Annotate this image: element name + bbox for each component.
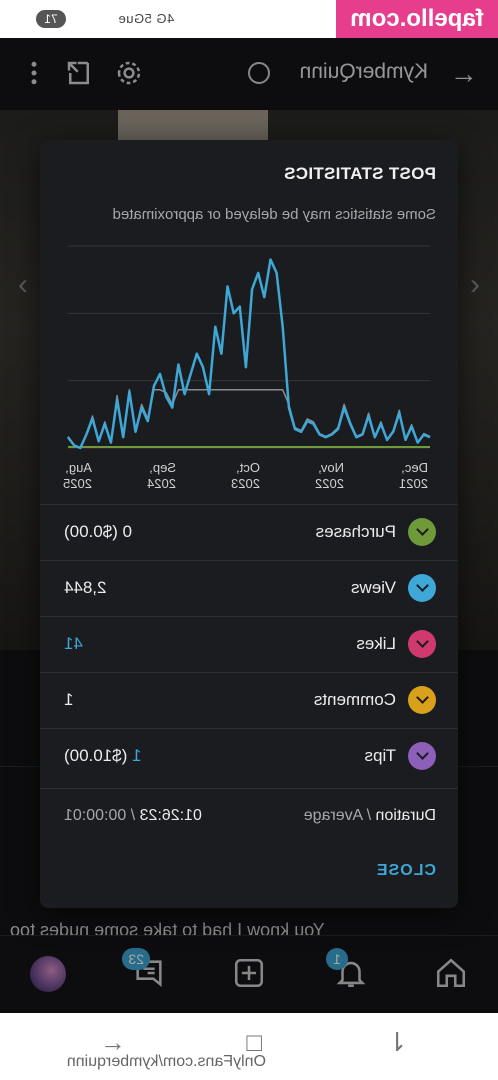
statistics-chart: Dec,2021 Nov,2022 Oct,2023 Sep,2024 Aug,2025	[63, 245, 431, 491]
stat-label: Likes	[356, 634, 396, 653]
stat-label: Views	[350, 578, 396, 597]
duration-value: 01:26:23 / 00:00:01	[64, 807, 202, 825]
stat-value: 2,844	[64, 578, 107, 597]
x-tick-label: Oct,	[236, 460, 260, 475]
stat-row-comments: Comments 1	[40, 672, 458, 728]
x-tick-label: Dec,	[401, 460, 428, 475]
chart-x-axis: Dec,2021 Nov,2022 Oct,2023 Sep,2024 Aug,2025	[63, 460, 428, 491]
watermark-logo: fapello.com	[336, 0, 498, 38]
stat-row-purchases: Purchases 0 ($0.00)	[40, 504, 458, 560]
likes-chevron-icon[interactable]	[408, 630, 436, 658]
stat-row-likes: Likes 41	[40, 616, 458, 672]
x-tick-label: 2023	[231, 476, 260, 491]
chart-series	[67, 258, 431, 450]
x-tick-label: Sep,	[149, 460, 176, 475]
chart-grid	[68, 245, 430, 449]
battery-indicator: 71	[36, 10, 66, 28]
duration-value-separator: /	[126, 807, 140, 824]
x-tick-label: Aug,	[65, 460, 92, 475]
recent-apps-icon[interactable]: ⇃	[386, 1027, 408, 1058]
stat-value: 1 ($10.00)	[64, 746, 142, 766]
network-indicator: 4G 5Gue	[118, 11, 175, 26]
browser-url[interactable]: OnlyFans.com/kymberquinn	[67, 1053, 266, 1071]
duration-label-text: Duration	[375, 807, 436, 824]
stat-value[interactable]: 41	[64, 634, 83, 654]
x-tick-label: 2024	[147, 476, 176, 491]
stat-value: 0 ($0.00)	[64, 522, 133, 541]
stat-value: 1	[64, 690, 74, 709]
system-nav-bar: ⇃ □ ← OnlyFans.com/kymberquinn	[0, 1013, 498, 1080]
close-button[interactable]: CLOSE	[376, 862, 436, 880]
dialog-subtitle: Some statistics may be delayed or approx…	[112, 206, 437, 223]
dialog-title: POST STATISTICS	[283, 164, 436, 183]
stat-row-tips: Tips 1 ($10.00)	[40, 728, 458, 784]
stat-label: Purchases	[315, 522, 396, 541]
comments-chevron-icon[interactable]	[408, 686, 436, 714]
x-tick-label: 2021	[399, 476, 428, 491]
stat-row-views: Views 2,844	[40, 560, 458, 616]
screen: ‹ › You know I had to take some nudes to…	[0, 0, 498, 1080]
series-line-other	[67, 389, 431, 449]
views-chevron-icon[interactable]	[408, 574, 436, 602]
mirrored-screen: ‹ › You know I had to take some nudes to…	[0, 0, 498, 1080]
duration-label: Duration / Average	[304, 807, 436, 825]
x-tick-label: 2025	[63, 476, 92, 491]
duration-total: 01:26:23	[139, 807, 202, 824]
tips-amount: ($10.00)	[64, 746, 128, 765]
duration-row: Duration / Average 01:26:23 / 00:00:01	[40, 788, 458, 844]
duration-average: 00:00:01	[64, 807, 127, 824]
duration-separator: /	[363, 807, 376, 824]
tips-chevron-icon[interactable]	[408, 742, 436, 770]
post-statistics-dialog: POST STATISTICS Some statistics may be d…	[40, 140, 458, 908]
stat-label: Tips	[364, 746, 397, 765]
stat-label: Comments	[313, 690, 396, 709]
tips-count[interactable]: 1	[132, 746, 141, 765]
average-label-text: Average	[303, 807, 364, 824]
x-tick-label: Nov,	[318, 460, 344, 475]
purchases-chevron-icon[interactable]	[408, 518, 436, 546]
x-tick-label: 2022	[315, 476, 344, 491]
series-line-views	[67, 258, 431, 450]
